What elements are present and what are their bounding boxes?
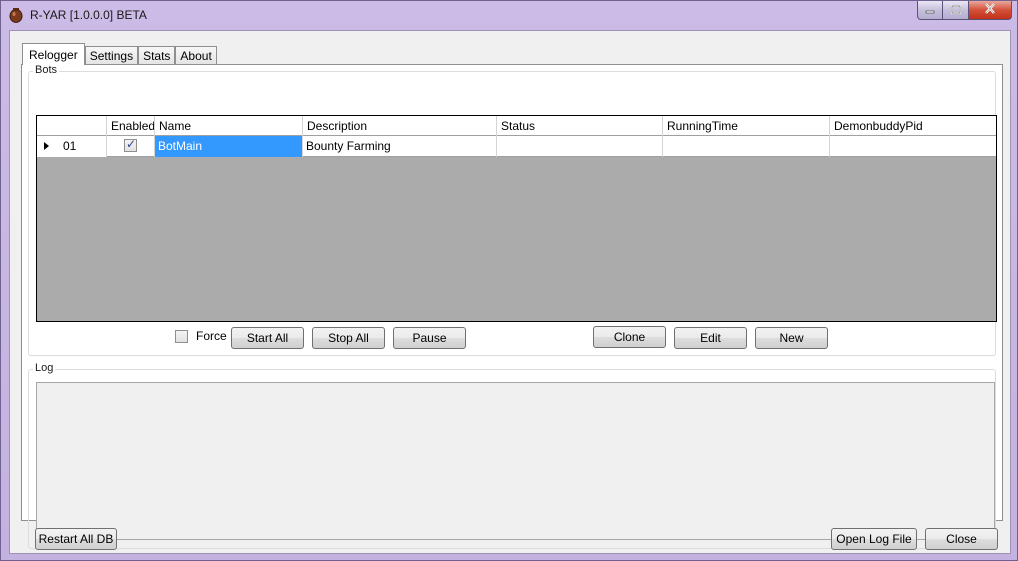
bots-group-label: Bots — [33, 64, 60, 76]
column-header-running-time[interactable]: RunningTime — [663, 116, 830, 136]
column-header-description[interactable]: Description — [303, 116, 497, 136]
tab-settings[interactable]: Settings — [84, 46, 139, 65]
app-icon — [9, 7, 23, 23]
grid-header: Enabled Name Description Status RunningT… — [37, 116, 996, 136]
row-header-corner — [37, 116, 107, 136]
force-checkbox[interactable] — [175, 329, 188, 343]
force-option[interactable]: Force — [175, 329, 227, 343]
title-bar[interactable]: R-YAR [1.0.0.0] BETA — [1, 1, 1017, 29]
cell-name[interactable]: BotMain — [155, 136, 303, 157]
column-header-demonbuddy-pid[interactable]: DemonbuddyPid — [830, 116, 996, 136]
restart-all-db-button[interactable]: Restart All DB — [35, 528, 117, 550]
cell-status[interactable] — [497, 136, 663, 157]
start-all-button[interactable]: Start All — [231, 327, 304, 349]
tab-relogger[interactable]: Relogger — [22, 43, 85, 65]
cell-running-time[interactable] — [663, 136, 830, 157]
column-header-status[interactable]: Status — [497, 116, 663, 136]
cell-enabled[interactable] — [107, 136, 155, 157]
column-header-name[interactable]: Name — [155, 116, 303, 136]
cell-description[interactable]: Bounty Farming — [303, 136, 497, 157]
log-textbox[interactable] — [36, 382, 995, 540]
open-log-file-button[interactable]: Open Log File — [831, 528, 917, 550]
current-row-icon — [44, 142, 49, 150]
stop-all-button[interactable]: Stop All — [312, 327, 385, 349]
relogger-tab-page: Bots Enabled Name Description Status Run… — [21, 64, 1003, 549]
pause-button[interactable]: Pause — [393, 327, 466, 349]
tab-strip: Relogger Settings Stats About — [22, 43, 217, 65]
window-title: R-YAR [1.0.0.0] BETA — [30, 8, 147, 22]
tab-about[interactable]: About — [175, 46, 217, 65]
enabled-checkbox[interactable] — [124, 137, 137, 152]
new-button[interactable]: New — [755, 327, 828, 349]
row-index: 01 — [63, 139, 77, 153]
maximize-button[interactable] — [943, 1, 969, 20]
tab-stats[interactable]: Stats — [138, 46, 176, 65]
close-icon — [984, 3, 996, 17]
log-group-label: Log — [33, 362, 56, 374]
maximize-icon — [950, 3, 961, 17]
clone-button[interactable]: Clone — [593, 326, 666, 348]
close-button[interactable]: Close — [925, 528, 998, 550]
minimize-button[interactable] — [917, 1, 943, 20]
cell-demonbuddy-pid[interactable] — [830, 136, 996, 157]
close-window-button[interactable] — [969, 1, 1012, 20]
client-area: Relogger Settings Stats About Bots Enabl… — [9, 30, 1011, 554]
force-label: Force — [196, 329, 227, 343]
table-row[interactable]: 01 BotMain Bounty Farming — [37, 136, 996, 157]
minimize-icon — [925, 3, 935, 17]
column-header-enabled[interactable]: Enabled — [107, 116, 155, 136]
edit-button[interactable]: Edit — [674, 327, 747, 349]
bots-grid[interactable]: Enabled Name Description Status RunningT… — [36, 115, 997, 322]
row-header[interactable]: 01 — [37, 136, 107, 157]
main-window: R-YAR [1.0.0.0] BETA Relogger Settings S… — [0, 0, 1018, 561]
